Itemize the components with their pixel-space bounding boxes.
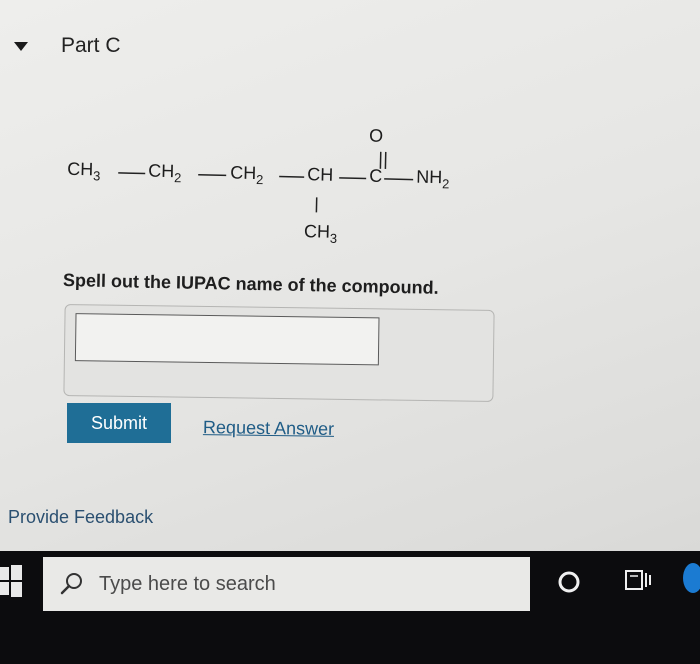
part-header[interactable]: Part C bbox=[14, 34, 121, 58]
branch-group: CH3 bbox=[304, 221, 338, 246]
chain-group-6: NH2 bbox=[416, 167, 450, 192]
bond-4 bbox=[339, 177, 367, 180]
part-title: Part C bbox=[61, 34, 121, 57]
provide-feedback-link[interactable]: Provide Feedback bbox=[8, 507, 153, 528]
chain-group-2: CH2 bbox=[148, 161, 182, 186]
request-answer-link[interactable]: Request Answer bbox=[203, 417, 334, 440]
bond-2 bbox=[198, 173, 227, 177]
chain-group-1: CH3 bbox=[67, 159, 101, 184]
cortana-icon[interactable] bbox=[556, 569, 582, 595]
bond-3 bbox=[279, 175, 305, 178]
collapse-caret-icon[interactable] bbox=[14, 41, 28, 51]
chain-group-5: C bbox=[369, 166, 382, 186]
submit-button[interactable]: Submit bbox=[67, 403, 171, 443]
bond-5 bbox=[384, 178, 414, 181]
taskbar-search-box[interactable]: Type here to search bbox=[43, 557, 530, 611]
answer-panel bbox=[63, 304, 495, 402]
windows-start-icon[interactable] bbox=[0, 565, 22, 597]
chain-group-3: CH2 bbox=[230, 162, 264, 187]
app-icon[interactable] bbox=[683, 563, 700, 593]
bond-1 bbox=[118, 172, 146, 175]
task-view-icon[interactable] bbox=[624, 567, 654, 595]
carbonyl-oxygen: O bbox=[369, 126, 383, 146]
question-instruction: Spell out the IUPAC name of the compound… bbox=[62, 270, 439, 298]
answer-input[interactable] bbox=[74, 313, 380, 366]
search-placeholder: Type here to search bbox=[99, 572, 276, 595]
taskbar: Type here to search bbox=[0, 551, 700, 664]
chain-group-4: CH bbox=[307, 164, 333, 185]
search-icon bbox=[60, 573, 82, 595]
